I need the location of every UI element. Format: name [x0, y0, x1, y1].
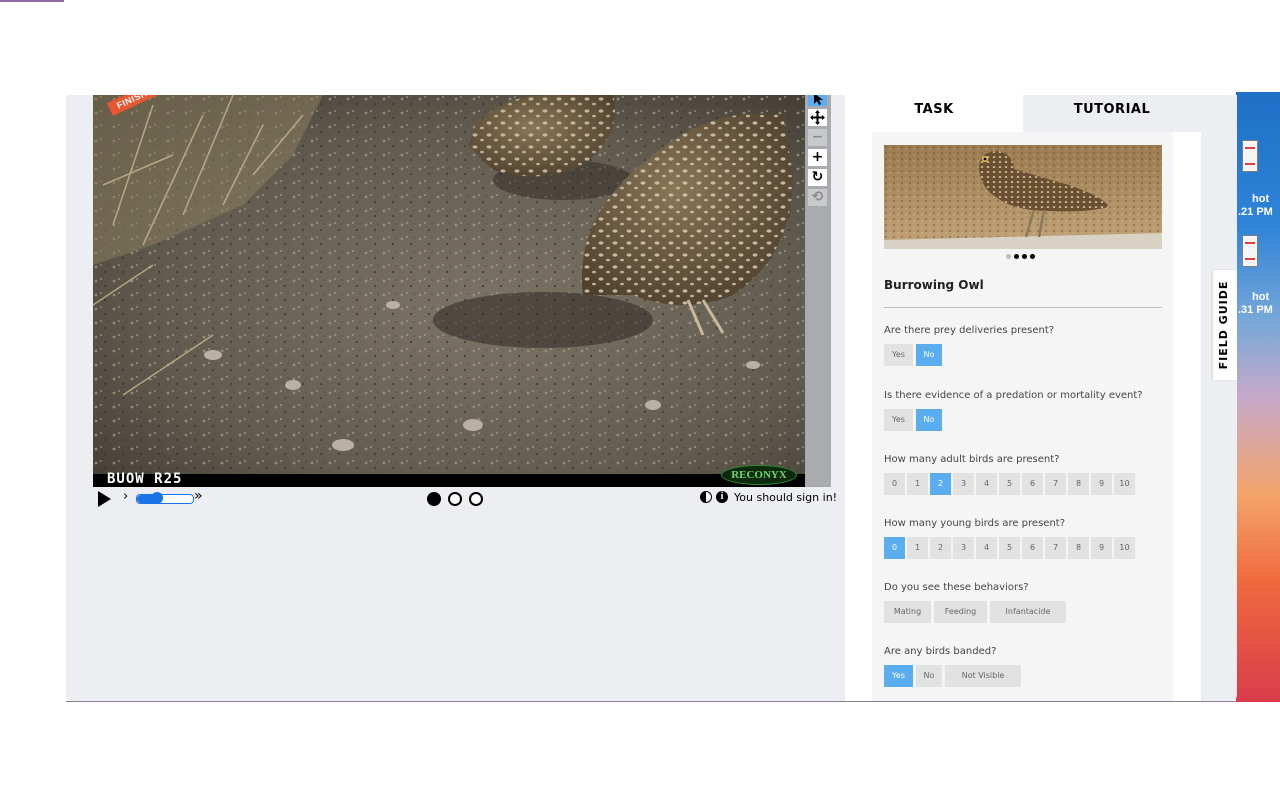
desktop-item-label: hot .21 PM	[1238, 193, 1273, 218]
species-photo[interactable]	[884, 145, 1162, 249]
desktop-wallpaper: hot .21 PM hot .31 PM	[1236, 92, 1280, 702]
answer-button[interactable]: 10	[1114, 537, 1135, 559]
app-window: FINISHED BUOW R25 RECONYX − + ↻ ⟲ › » i …	[66, 95, 1237, 701]
zoom-out-button[interactable]: −	[808, 129, 827, 146]
sign-in-message: You should sign in!	[734, 491, 838, 504]
answer-button[interactable]: 9	[1091, 537, 1112, 559]
species-title: Burrowing Owl	[884, 278, 984, 292]
answer-button[interactable]: 6	[1022, 473, 1043, 495]
speed-slider-thumb[interactable]	[151, 492, 163, 504]
carousel-dot[interactable]	[1014, 254, 1019, 259]
corner-accent	[0, 0, 64, 2]
rotate-button[interactable]: ↻	[808, 169, 827, 186]
question-text: How many young birds are present?	[884, 518, 1066, 529]
tab-task[interactable]: TASK	[845, 95, 1023, 132]
question-text: Do you see these behaviors?	[884, 582, 1029, 593]
answer-button[interactable]: No	[916, 344, 942, 366]
question-text: Are any birds banded?	[884, 646, 997, 657]
answer-button[interactable]: Mating	[884, 601, 931, 623]
answer-button[interactable]: Infantacide	[990, 601, 1066, 623]
tab-tutorial[interactable]: TUTORIAL	[1023, 95, 1201, 132]
fast-speed-icon: »	[194, 488, 203, 504]
move-icon[interactable]	[808, 109, 827, 126]
reset-button[interactable]: ⟲	[808, 189, 827, 206]
carousel-dot[interactable]	[1030, 254, 1035, 259]
question-text: How many adult birds are present?	[884, 454, 1060, 465]
frame-dot[interactable]	[469, 492, 483, 506]
answer-button[interactable]: 3	[953, 537, 974, 559]
answer-button[interactable]: 2	[930, 537, 951, 559]
screenshot-file-icon[interactable]	[1242, 235, 1258, 267]
task-area: Burrowing Owl Are there prey deliveries …	[845, 132, 1201, 701]
question-text: Are there prey deliveries present?	[884, 325, 1055, 336]
answer-button[interactable]: 4	[976, 473, 997, 495]
reconyx-watermark: RECONYX	[721, 465, 797, 485]
pointer-icon[interactable]	[808, 95, 827, 106]
answer-button[interactable]: Yes	[884, 665, 913, 687]
screenshot-file-icon[interactable]	[1242, 140, 1258, 172]
answer-button[interactable]: No	[916, 665, 942, 687]
slow-speed-icon: ›	[123, 489, 129, 504]
image-toolbar: − + ↻ ⟲	[805, 95, 831, 487]
answer-button[interactable]: Yes	[884, 409, 913, 431]
divider	[884, 307, 1162, 308]
answer-button[interactable]: 2	[930, 473, 951, 495]
task-card: Burrowing Owl Are there prey deliveries …	[872, 132, 1173, 701]
answer-button[interactable]: Not Visible	[945, 665, 1021, 687]
answer-button[interactable]: 1	[907, 473, 928, 495]
subject-image-frame[interactable]: FINISHED BUOW R25 RECONYX	[93, 95, 805, 487]
answer-button[interactable]: No	[916, 409, 942, 431]
answer-button[interactable]: 10	[1114, 473, 1135, 495]
info-icon[interactable]: i	[716, 491, 728, 503]
answer-button[interactable]: 0	[884, 473, 905, 495]
answer-button[interactable]: 3	[953, 473, 974, 495]
play-button[interactable]	[98, 491, 111, 507]
camera-label: BUOW R25	[107, 471, 183, 487]
answer-button[interactable]: 9	[1091, 473, 1112, 495]
carousel-dot[interactable]	[1022, 254, 1027, 259]
answer-button[interactable]: 8	[1068, 537, 1089, 559]
question-text: Is there evidence of a predation or mort…	[884, 390, 1143, 401]
answer-button[interactable]: 1	[907, 537, 928, 559]
task-tab-bar: TASK TUTORIAL	[845, 95, 1201, 132]
field-guide-tab[interactable]: FIELD GUIDE	[1213, 270, 1237, 380]
carousel-dot[interactable]	[1006, 254, 1011, 259]
zoom-in-button[interactable]: +	[808, 149, 827, 166]
subject-photo	[93, 95, 805, 487]
answer-button[interactable]: 7	[1045, 537, 1066, 559]
frame-dot[interactable]	[448, 492, 462, 506]
image-metadata-bar	[93, 474, 805, 487]
answer-button[interactable]: Yes	[884, 344, 913, 366]
frame-dot[interactable]	[427, 492, 441, 506]
answer-button[interactable]: Feeding	[934, 601, 987, 623]
playback-speed-slider[interactable]	[136, 492, 194, 504]
answer-button[interactable]: 5	[999, 473, 1020, 495]
answer-button[interactable]: 4	[976, 537, 997, 559]
answer-button[interactable]: 7	[1045, 473, 1066, 495]
answer-button[interactable]: 5	[999, 537, 1020, 559]
window-bottom-edge	[66, 701, 1236, 702]
answer-button[interactable]: 0	[884, 537, 905, 559]
field-guide-label: FIELD GUIDE	[1217, 280, 1230, 370]
answer-button[interactable]: 6	[1022, 537, 1043, 559]
contrast-icon[interactable]	[700, 491, 712, 503]
answer-button[interactable]: 8	[1068, 473, 1089, 495]
desktop-item-label: hot .31 PM	[1238, 291, 1273, 316]
